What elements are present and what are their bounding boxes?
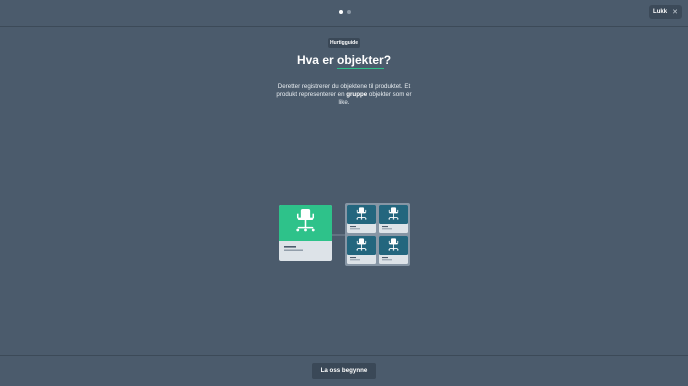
start-button[interactable]: La oss begynne — [312, 363, 376, 379]
page-title: Hva er objekter? — [0, 53, 688, 69]
product-card — [279, 205, 332, 261]
title-prefix: Hva er — [296, 53, 337, 67]
object-card — [379, 236, 408, 264]
product-objects-illustration — [279, 203, 410, 266]
object-card — [347, 205, 376, 233]
close-button[interactable]: Lukk ✕ — [649, 5, 682, 19]
description: Deretter registrerer du objektene til pr… — [276, 83, 412, 107]
close-icon: ✕ — [672, 9, 678, 16]
pagination-dot-2[interactable] — [347, 10, 351, 14]
object-group — [345, 203, 410, 266]
quick-guide-badge: Hurtigguide — [328, 38, 360, 48]
object-card — [347, 236, 376, 264]
pagination-dots — [339, 10, 351, 14]
title-highlight: objekter — [337, 53, 384, 69]
object-card — [379, 205, 408, 233]
close-button-label: Lukk — [653, 9, 668, 15]
top-bar: Lukk ✕ — [0, 0, 688, 27]
pagination-dot-1[interactable] — [339, 10, 343, 14]
description-bold: gruppe — [346, 91, 368, 98]
title-suffix: ? — [383, 53, 392, 67]
